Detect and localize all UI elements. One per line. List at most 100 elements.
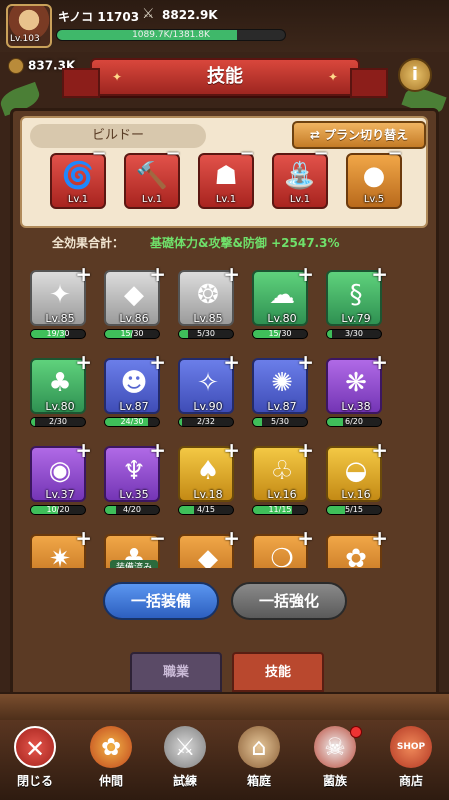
equipped-tag: 装備済み (110, 560, 158, 568)
equipped-skill-slot[interactable]: − 🔨 Lv.1 (124, 145, 181, 209)
nav-close[interactable]: ✕ 閉じる (0, 726, 70, 800)
skill-card[interactable]: ✿ + (326, 526, 388, 568)
remove-icon[interactable]: − (90, 145, 108, 163)
add-icon[interactable]: + (149, 262, 166, 286)
skill-level: Lv.5 (363, 194, 385, 205)
skill-progress-text: 5/30 (271, 417, 289, 426)
skill-card[interactable]: ❂ Lv.85 +5/30 (178, 262, 240, 346)
add-icon[interactable]: + (223, 262, 240, 286)
skill-level: Lv.80 (267, 312, 297, 325)
tab-skill[interactable]: 技能 (232, 652, 324, 692)
skill-level: Lv.79 (341, 312, 371, 325)
remove-icon[interactable]: − (149, 526, 166, 550)
skill-progress-text: 4/15 (197, 505, 215, 514)
equipped-skills-row: − 🌀 Lv.1− 🔨 Lv.1− ☗ Lv.1− ⛲ Lv.1− ● Lv.5 (50, 145, 410, 213)
nav-companions[interactable]: ✿ 仲間 (76, 726, 146, 800)
add-icon[interactable]: + (297, 438, 314, 462)
skill-card[interactable]: ◆ Lv.86 +15/30 (104, 262, 166, 346)
skill-level: Lv.90 (193, 400, 223, 413)
coin-icon (8, 58, 24, 74)
skill-card[interactable]: ♧ Lv.16 +11/15 (252, 438, 314, 522)
nav-garden-label: 箱庭 (246, 774, 271, 788)
board-base (0, 692, 449, 720)
skill-level: Lv.87 (267, 400, 297, 413)
skill-progress-text: 3/30 (345, 329, 363, 338)
tab-job[interactable]: 職業 (130, 652, 222, 692)
remove-icon[interactable]: − (238, 145, 256, 163)
skill-level: Lv.35 (119, 488, 149, 501)
remove-icon[interactable]: − (164, 145, 182, 163)
skill-progress-text: 11/15 (268, 505, 292, 514)
add-icon[interactable]: + (371, 526, 388, 550)
add-icon[interactable]: + (223, 350, 240, 374)
add-icon[interactable]: + (149, 438, 166, 462)
total-effect-value: 基礎体力&攻撃&防御 +2547.3% (150, 236, 340, 250)
crossed-swords-icon: ⚔ (142, 6, 155, 22)
info-icon: i (411, 64, 419, 85)
skill-grid: ✦ Lv.85 +19/30 ◆ Lv.86 +15/30 ❂ Lv.85 +5/30 ☁ Lv.8… (20, 258, 428, 568)
title-banner: ✦ 技能 ✦ (62, 58, 388, 98)
tornado-icon: 🌀 (61, 161, 95, 191)
add-icon[interactable]: + (297, 526, 314, 550)
skill-level: Lv.18 (193, 488, 223, 501)
skill-progress-text: 15/30 (268, 329, 292, 338)
skill-card[interactable]: ◆ + (178, 526, 240, 568)
add-icon[interactable]: + (75, 438, 92, 462)
skill-card[interactable]: ♆ Lv.35 +4/20 (104, 438, 166, 522)
skill-card[interactable]: ☻ Lv.87 +24/30 (104, 350, 166, 434)
add-icon[interactable]: + (297, 262, 314, 286)
nav-clan[interactable]: ☠ 菌族 (300, 726, 370, 800)
add-icon[interactable]: + (371, 438, 388, 462)
skill-card[interactable]: ✦ Lv.85 +19/30 (30, 262, 92, 346)
nav-shop-label: 商店 (398, 774, 423, 788)
nav-shop[interactable]: SHOP 商店 (376, 726, 446, 800)
nav-clan-label: 菌族 (322, 774, 347, 788)
star-icon: ✦ (327, 70, 338, 84)
equipped-skill-slot[interactable]: − 🌀 Lv.1 (50, 145, 107, 209)
add-icon[interactable]: + (149, 350, 166, 374)
page-title: 技能 (207, 66, 243, 87)
skill-card[interactable]: ◒ Lv.16 +5/15 (326, 438, 388, 522)
add-icon[interactable]: + (297, 350, 314, 374)
add-icon[interactable]: + (75, 526, 92, 550)
remove-icon[interactable]: − (386, 145, 404, 163)
skill-card[interactable]: ❋ Lv.38 +6/20 (326, 350, 388, 434)
skill-card[interactable]: § Lv.79 +3/30 (326, 262, 388, 346)
equip-all-button[interactable]: 一括装備 (103, 582, 219, 620)
skill-card[interactable]: ♣ 装備済み − (104, 526, 166, 568)
equipped-skill-slot[interactable]: − ☗ Lv.1 (198, 145, 255, 209)
equipped-skill-slot[interactable]: − ● Lv.5 (346, 145, 403, 209)
notification-dot (350, 726, 362, 738)
add-icon[interactable]: + (223, 526, 240, 550)
upgrade-all-button[interactable]: 一括強化 (231, 582, 347, 620)
add-icon[interactable]: + (75, 262, 92, 286)
skill-level: Lv.1 (289, 194, 311, 205)
total-effect-bar: 全効果合計： 基礎体力&攻撃&防御 +2547.3% (20, 231, 428, 253)
nav-trial[interactable]: ⚔ 試練 (150, 726, 220, 800)
add-icon[interactable]: + (371, 262, 388, 286)
info-button[interactable]: i (398, 58, 432, 92)
skill-level: Lv.85 (193, 312, 223, 325)
swap-arrows-icon: ⇄ (309, 128, 320, 142)
skill-card[interactable]: ☁ Lv.80 +15/30 (252, 262, 314, 346)
remove-icon[interactable]: − (312, 145, 330, 163)
add-icon[interactable]: + (223, 438, 240, 462)
skill-card[interactable]: ✷ + (30, 526, 92, 568)
skill-level: Lv.38 (341, 400, 371, 413)
skill-card[interactable]: ❍ + (252, 526, 314, 568)
skill-card[interactable]: ✧ Lv.90 +2/32 (178, 350, 240, 434)
add-icon[interactable]: + (75, 350, 92, 374)
dark-rider-icon: ☗ (214, 161, 238, 191)
nav-garden[interactable]: ⌂ 箱庭 (224, 726, 294, 800)
mushroom-house-icon: ⌂ (238, 726, 280, 768)
skill-progress-text: 2/32 (197, 417, 215, 426)
player-name: キノコ 11703 (58, 10, 140, 24)
skill-card[interactable]: ♣ Lv.80 +2/30 (30, 350, 92, 434)
skill-card[interactable]: ✺ Lv.87 +5/30 (252, 350, 314, 434)
skill-level: Lv.16 (341, 488, 371, 501)
skill-card[interactable]: ♠ Lv.18 +4/15 (178, 438, 240, 522)
add-icon[interactable]: + (371, 350, 388, 374)
skill-level: Lv.1 (141, 194, 163, 205)
equipped-skill-slot[interactable]: − ⛲ Lv.1 (272, 145, 329, 209)
skill-card[interactable]: ◉ Lv.37 +10/20 (30, 438, 92, 522)
